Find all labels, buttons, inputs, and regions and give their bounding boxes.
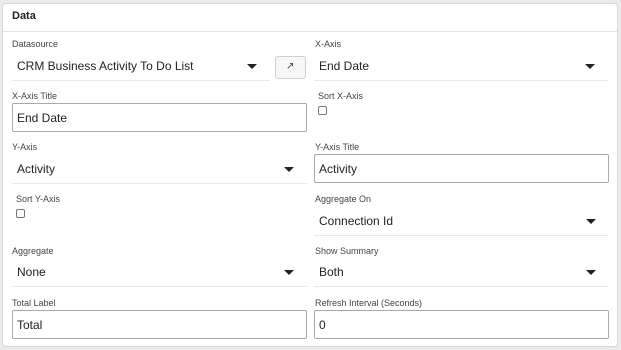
aggregate-on-value: Connection Id	[319, 214, 394, 228]
divider	[12, 183, 307, 184]
total-label-value: Total	[17, 318, 43, 332]
datasource-label: Datasource	[12, 39, 59, 49]
chevron-down-icon	[585, 64, 595, 69]
sort-y-axis-label: Sort Y-Axis	[16, 194, 61, 204]
y-axis-title-value: Activity	[319, 162, 358, 176]
x-axis-title-value: End Date	[17, 111, 68, 125]
y-axis-title-label: Y-Axis Title	[315, 142, 360, 152]
y-axis-select[interactable]: Activity	[12, 154, 307, 184]
open-datasource-button[interactable]: ↗	[275, 56, 306, 79]
divider	[314, 80, 608, 81]
x-axis-select[interactable]: End Date	[314, 51, 608, 81]
refresh-interval-input[interactable]: 0	[314, 310, 609, 339]
chevron-down-icon	[586, 219, 596, 224]
x-axis-title-label: X-Axis Title	[12, 91, 58, 101]
chevron-down-icon	[284, 270, 294, 275]
total-label-input[interactable]: Total	[12, 310, 307, 339]
y-axis-title-input[interactable]: Activity	[314, 154, 609, 183]
total-label-label: Total Label	[12, 298, 56, 308]
sort-x-axis-label: Sort X-Axis	[318, 91, 364, 101]
datasource-select[interactable]: CRM Business Activity To Do List	[12, 51, 270, 81]
show-summary-label: Show Summary	[315, 246, 379, 256]
chevron-down-icon	[586, 270, 596, 275]
y-axis-label: Y-Axis	[12, 142, 38, 152]
y-axis-value: Activity	[17, 162, 56, 176]
panel-header: Data	[3, 4, 617, 32]
x-axis-label: X-Axis	[315, 39, 342, 49]
x-axis-title-input[interactable]: End Date	[12, 103, 307, 132]
divider	[314, 286, 609, 287]
divider	[314, 235, 609, 236]
show-summary-select[interactable]: Both	[314, 257, 609, 287]
aggregate-label: Aggregate	[12, 246, 54, 256]
datasource-value: CRM Business Activity To Do List	[17, 59, 194, 73]
chevron-down-icon	[247, 64, 257, 69]
show-summary-value: Both	[319, 265, 344, 279]
sort-y-axis-checkbox[interactable]	[16, 209, 25, 218]
refresh-interval-value: 0	[319, 318, 326, 332]
panel-title: Data	[12, 10, 36, 22]
x-axis-value: End Date	[319, 59, 370, 73]
aggregate-on-select[interactable]: Connection Id	[314, 206, 609, 236]
aggregate-select[interactable]: None	[12, 257, 307, 287]
aggregate-value: None	[17, 265, 46, 279]
refresh-interval-label: Refresh Interval (Seconds)	[315, 298, 423, 308]
divider	[12, 286, 307, 287]
external-link-icon: ↗	[286, 61, 295, 72]
divider	[12, 80, 270, 81]
aggregate-on-label: Aggregate On	[315, 194, 372, 204]
sort-x-axis-checkbox[interactable]	[318, 106, 327, 115]
chevron-down-icon	[284, 167, 294, 172]
